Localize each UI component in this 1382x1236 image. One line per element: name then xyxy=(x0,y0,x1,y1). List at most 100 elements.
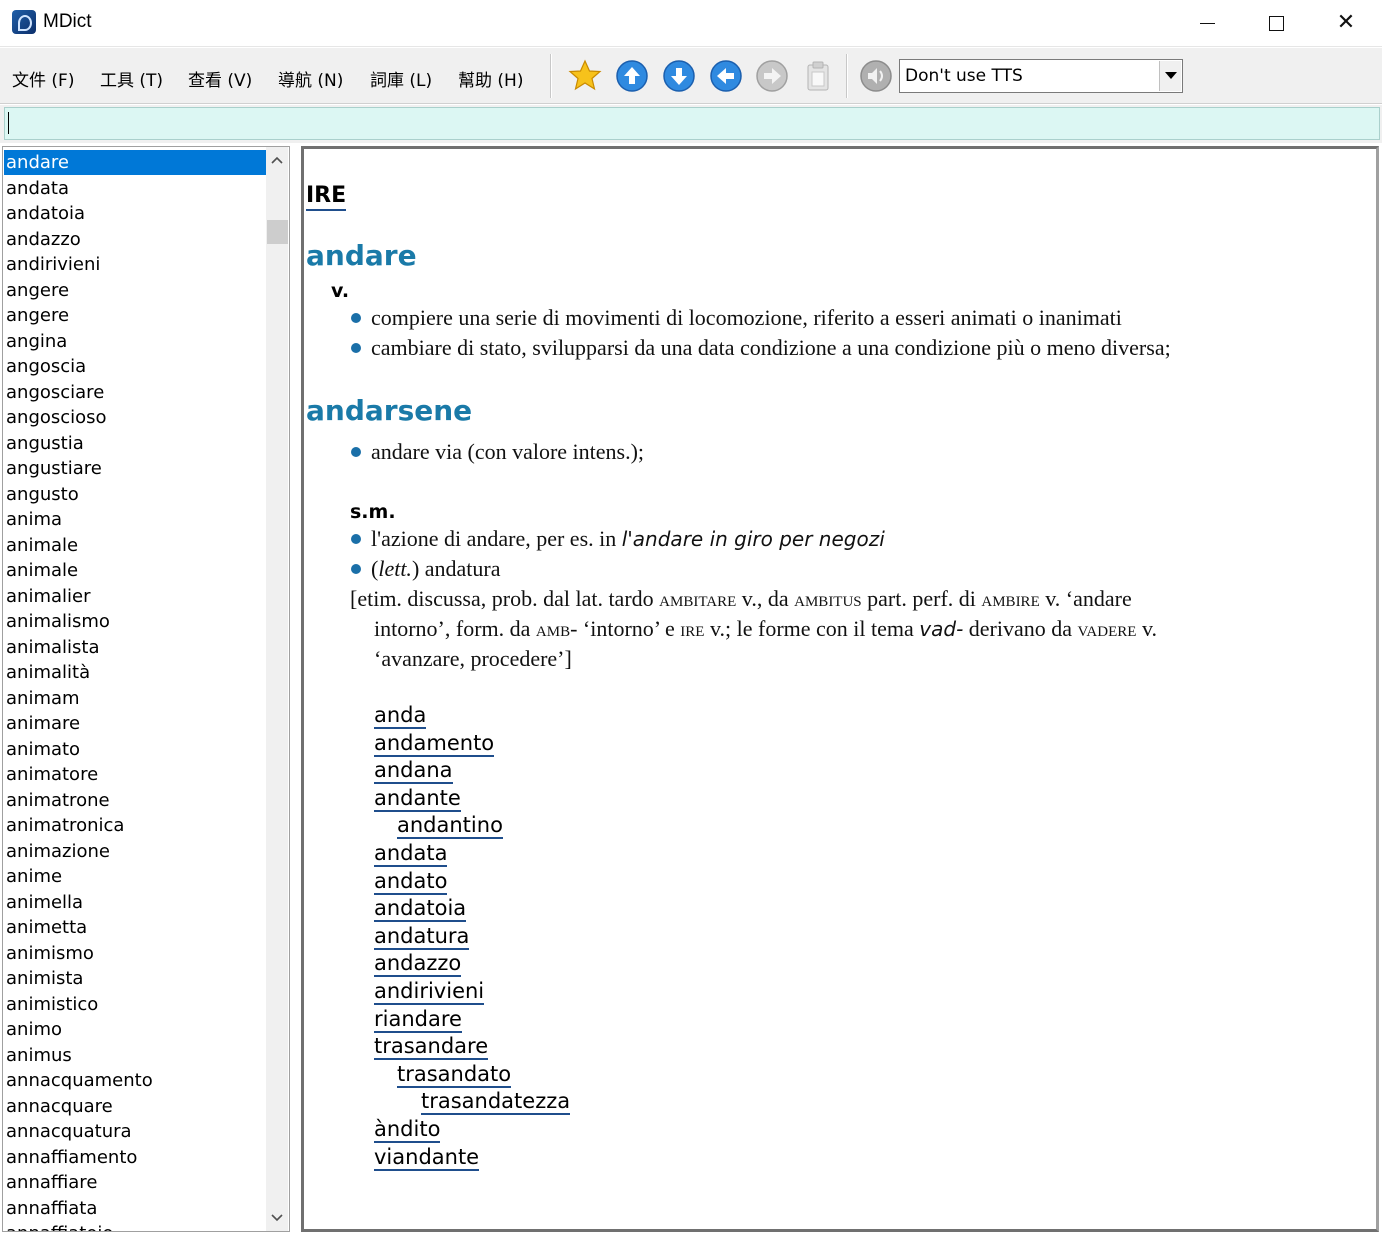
close-button[interactable]: ✕ xyxy=(1311,0,1381,46)
scroll-thumb[interactable] xyxy=(267,220,288,244)
headword-andare: andare xyxy=(306,239,417,272)
related-word-link[interactable]: andazzo xyxy=(374,951,462,978)
word-list-item[interactable]: angere xyxy=(4,303,266,328)
related-word-link[interactable]: andirivieni xyxy=(374,979,485,1005)
arrow-forward-icon xyxy=(756,60,788,92)
menu-dictionary[interactable]: 詞庫 (L) xyxy=(370,66,432,91)
tts-selected-value: Don't use TTS xyxy=(905,66,1023,86)
word-list-item[interactable]: animalismo xyxy=(4,609,266,634)
related-word-link[interactable]: trasandare xyxy=(374,1034,489,1061)
scroll-down-icon[interactable] xyxy=(266,1205,288,1231)
word-list-item[interactable]: animatore xyxy=(4,762,266,787)
word-list-item[interactable]: animato xyxy=(4,737,266,762)
related-word-link[interactable]: àndito xyxy=(374,1117,441,1143)
text-caret xyxy=(8,112,9,134)
tts-select[interactable]: Don't use TTS xyxy=(899,59,1183,93)
menu-view[interactable]: 查看 (V) xyxy=(188,66,252,91)
related-word-link[interactable]: andamento xyxy=(374,731,495,757)
dropdown-arrow-icon[interactable] xyxy=(1159,61,1181,91)
word-list-item[interactable]: animazione xyxy=(4,839,266,864)
related-word-link[interactable]: andato xyxy=(374,869,448,895)
root-link[interactable]: IRE xyxy=(306,183,347,211)
word-list-item[interactable]: animam xyxy=(4,686,266,711)
related-word-link[interactable]: viandante xyxy=(374,1145,480,1171)
word-list-item[interactable]: animalità xyxy=(4,660,266,685)
related-word-link[interactable]: riandare xyxy=(374,1007,462,1033)
bullet-icon xyxy=(351,563,361,574)
word-list-item[interactable]: angere xyxy=(4,278,266,303)
definition-4: l'azione di andare, per es. in l'andare … xyxy=(351,526,885,552)
favorite-button[interactable] xyxy=(568,59,602,93)
definition-panel[interactable]: IRE andare v. compiere una serie di movi… xyxy=(301,146,1379,1232)
maximize-icon xyxy=(1268,15,1284,31)
word-list-item[interactable]: animetta xyxy=(4,915,266,940)
search-input[interactable] xyxy=(4,107,1380,140)
word-list-item[interactable]: annacquatura xyxy=(4,1119,266,1144)
word-list-item[interactable]: animalista xyxy=(4,635,266,660)
maximize-button[interactable] xyxy=(1241,0,1311,46)
word-list[interactable]: andare andata andatoia andazzo andirivieni an… xyxy=(2,146,290,1232)
word-list-item[interactable]: animistico xyxy=(4,992,266,1017)
scroll-up-icon[interactable] xyxy=(266,147,288,173)
definition-2: cambiare di stato, svilupparsi da una da… xyxy=(351,335,1171,361)
related-word-link[interactable]: trasandatezza xyxy=(421,1089,571,1116)
word-list-item[interactable]: animare xyxy=(4,711,266,736)
word-list-item[interactable]: angoscia xyxy=(4,354,266,379)
word-list-item[interactable]: andatoia xyxy=(4,201,266,226)
word-list-item[interactable]: andata xyxy=(4,176,266,201)
word-list-item[interactable]: angustiare xyxy=(4,456,266,481)
paste-button[interactable] xyxy=(801,59,835,93)
arrow-up-icon xyxy=(616,60,648,92)
menu-help[interactable]: 幫助 (H) xyxy=(458,66,523,91)
word-list-item[interactable]: annaffiatoio xyxy=(4,1221,266,1231)
related-word-link[interactable]: anda xyxy=(374,703,427,729)
definition-3: andare via (con valore intens.); xyxy=(351,439,644,465)
word-list-item[interactable]: andirivieni xyxy=(4,252,266,277)
back-button[interactable] xyxy=(709,59,743,93)
etymology-line-1: [etim. discussa, prob. dal lat. tardo am… xyxy=(350,586,1132,611)
menu-file[interactable]: 文件 (F) xyxy=(12,66,74,91)
related-word-link[interactable]: andatoia xyxy=(374,896,467,923)
word-list-item[interactable]: animista xyxy=(4,966,266,991)
word-list-item[interactable]: animus xyxy=(4,1043,266,1068)
menu-navigate[interactable]: 導航 (N) xyxy=(278,66,343,91)
word-list-item[interactable]: animismo xyxy=(4,941,266,966)
word-list-item[interactable]: andare xyxy=(4,150,266,175)
word-list-item[interactable]: annaffiamento xyxy=(4,1145,266,1170)
word-list-item[interactable]: animella xyxy=(4,890,266,915)
word-list-item[interactable]: annacquare xyxy=(4,1094,266,1119)
previous-entry-button[interactable] xyxy=(615,59,649,93)
bullet-icon xyxy=(351,342,361,353)
word-list-item[interactable]: animale xyxy=(4,558,266,583)
word-list-item[interactable]: annacquamento xyxy=(4,1068,266,1093)
word-list-item[interactable]: animatrone xyxy=(4,788,266,813)
word-list-item[interactable]: animalier xyxy=(4,584,266,609)
related-word-link[interactable]: andata xyxy=(374,841,448,867)
bullet-icon xyxy=(351,533,361,544)
next-entry-button[interactable] xyxy=(662,59,696,93)
related-word-link[interactable]: andana xyxy=(374,758,453,785)
word-list-item[interactable]: annaffiata xyxy=(4,1196,266,1221)
word-list-item[interactable]: andazzo xyxy=(4,227,266,252)
word-list-item[interactable]: animale xyxy=(4,533,266,558)
word-list-scrollbar[interactable] xyxy=(266,147,288,1231)
related-word-link[interactable]: andatura xyxy=(374,924,470,950)
word-list-item[interactable]: angina xyxy=(4,329,266,354)
menu-tools[interactable]: 工具 (T) xyxy=(100,66,163,91)
toolbar-separator xyxy=(550,54,552,98)
word-list-item[interactable]: anima xyxy=(4,507,266,532)
word-list-item[interactable]: angustia xyxy=(4,431,266,456)
word-list-item[interactable]: angoscioso xyxy=(4,405,266,430)
word-list-item[interactable]: animatronica xyxy=(4,813,266,838)
word-list-item[interactable]: angusto xyxy=(4,482,266,507)
word-list-item[interactable]: animo xyxy=(4,1017,266,1042)
minimize-button[interactable] xyxy=(1172,0,1242,46)
related-word-link[interactable]: andante xyxy=(374,786,461,812)
speak-button[interactable] xyxy=(859,59,893,93)
related-word-link[interactable]: trasandato xyxy=(397,1062,512,1088)
word-list-item[interactable]: anime xyxy=(4,864,266,889)
word-list-item[interactable]: annaffiare xyxy=(4,1170,266,1195)
related-word-link[interactable]: andantino xyxy=(397,813,503,840)
word-list-item[interactable]: angosciare xyxy=(4,380,266,405)
forward-button[interactable] xyxy=(755,59,789,93)
